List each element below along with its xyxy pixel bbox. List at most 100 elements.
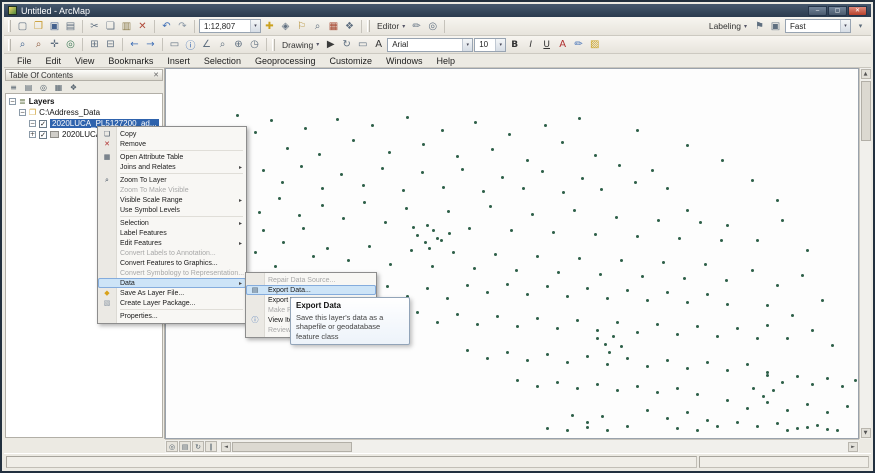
editor-snapping-icon[interactable]: ◎ (425, 19, 440, 34)
toolbox-icon[interactable]: ▦ (326, 19, 341, 34)
context-menu-item-remove[interactable]: ✕Remove (98, 139, 246, 149)
print-icon[interactable]: ▤ (63, 19, 78, 34)
layer-visibility-checkbox[interactable]: ✓ (39, 131, 47, 139)
menubar-item-windows[interactable]: Windows (379, 55, 430, 67)
fixed-zoom-out-icon[interactable]: ⊟ (103, 37, 118, 52)
menubar-item-selection[interactable]: Selection (197, 55, 248, 67)
list-by-drawing-order-icon[interactable]: ≡ (7, 82, 20, 93)
go-to-xy-icon[interactable]: ⊕ (231, 37, 246, 52)
menubar-item-insert[interactable]: Insert (160, 55, 197, 67)
save-icon[interactable]: ▣ (47, 19, 62, 34)
font-color-icon[interactable]: A (555, 37, 570, 52)
measure-icon[interactable]: ∠ (199, 37, 214, 52)
rectangle-icon[interactable]: ▭ (355, 37, 370, 52)
copy-icon[interactable]: ❏ (103, 19, 118, 34)
context-menu-item-convert-features-to-graphics[interactable]: Convert Features to Graphics... (98, 258, 246, 268)
context-menu-item-copy[interactable]: ❏Copy (98, 129, 246, 139)
scroll-down-icon[interactable]: ▼ (861, 428, 871, 438)
open-folder-icon[interactable]: ❐ (31, 19, 46, 34)
refresh-view-button[interactable]: ↻ (192, 441, 204, 452)
close-button[interactable]: ✕ (848, 6, 867, 16)
rotate-icon[interactable]: ↻ (339, 37, 354, 52)
back-extent-icon[interactable]: ← (127, 37, 142, 52)
list-by-selection-icon[interactable]: ▦ (52, 82, 65, 93)
forward-extent-icon[interactable]: → (143, 37, 158, 52)
context-menu-item-selection[interactable]: Selection▸ (98, 218, 246, 228)
minimize-button[interactable]: – (808, 6, 827, 16)
bold-button[interactable]: B (507, 37, 522, 52)
pan-icon[interactable]: ✛ (47, 37, 62, 52)
full-extent-icon[interactable]: ◎ (63, 37, 78, 52)
undo-icon[interactable]: ↶ (159, 19, 174, 34)
chevron-down-icon[interactable]: ▾ (462, 39, 472, 51)
context-menu-item-open-attribute-table[interactable]: ▦Open Attribute Table (98, 152, 246, 162)
identify-icon[interactable]: ⓘ (183, 37, 198, 52)
toolbar-grip[interactable] (8, 20, 11, 32)
line-color-icon[interactable]: ✏ (571, 37, 586, 52)
tree-item-group[interactable]: − ❐ C:\Address_Data (6, 107, 162, 118)
text-tool-icon[interactable]: A (371, 37, 386, 52)
font-size-combo[interactable]: 10 ▾ (474, 38, 506, 52)
toolbar-grip[interactable] (367, 20, 370, 32)
menubar-item-customize[interactable]: Customize (323, 55, 380, 67)
title-bar[interactable]: Untitled - ArcMap – ▢ ✕ (4, 4, 871, 17)
list-by-source-icon[interactable]: ▤ (22, 82, 35, 93)
python-icon[interactable]: ❖ (342, 19, 357, 34)
context-menu-item-joins-and-relates[interactable]: Joins and Relates▸ (98, 162, 246, 172)
chevron-down-icon[interactable]: ▾ (840, 20, 850, 32)
drawing-menu[interactable]: Drawing ▾ (279, 40, 322, 50)
context-menu-item-zoom-to-layer[interactable]: ⌕Zoom To Layer (98, 175, 246, 185)
menubar-item-geoprocessing[interactable]: Geoprocessing (248, 55, 323, 67)
underline-button[interactable]: U (539, 37, 554, 52)
toc-options-icon[interactable]: ❖ (67, 82, 80, 93)
toolbar-options-icon[interactable]: ▾ (853, 19, 868, 34)
data-view-button[interactable]: ◎ (166, 441, 178, 452)
cut-icon[interactable]: ✂ (87, 19, 102, 34)
italic-button[interactable]: I (523, 37, 538, 52)
font-family-combo[interactable]: Arial ▾ (387, 38, 473, 52)
editor-pencil-icon[interactable]: ✏ (409, 19, 424, 34)
layout-view-button[interactable]: ▤ (179, 441, 191, 452)
fill-color-icon[interactable]: ▨ (587, 37, 602, 52)
context-menu-item-create-layer-package[interactable]: ▧Create Layer Package... (98, 298, 246, 308)
menubar-item-file[interactable]: File (10, 55, 39, 67)
menubar-item-bookmarks[interactable]: Bookmarks (101, 55, 160, 67)
chevron-down-icon[interactable]: ▾ (250, 20, 260, 32)
maximize-button[interactable]: ▢ (828, 6, 847, 16)
collapse-icon[interactable]: − (29, 120, 36, 127)
labeling-flag-icon[interactable]: ⚑ (752, 19, 767, 34)
zoom-out-icon[interactable]: ⌕ (31, 37, 46, 52)
fixed-zoom-in-icon[interactable]: ⊞ (87, 37, 102, 52)
horizontal-scroll-thumb[interactable] (232, 442, 352, 452)
toc-close-icon[interactable]: ✕ (153, 71, 159, 79)
search-icon[interactable]: ⌕ (310, 19, 325, 34)
toolbar-grip[interactable] (8, 39, 11, 51)
collapse-icon[interactable]: − (9, 98, 16, 105)
editor-menu[interactable]: Editor ▾ (374, 21, 408, 31)
menubar-item-help[interactable]: Help (430, 55, 463, 67)
zoom-in-icon[interactable]: ⌕ (15, 37, 30, 52)
vertical-scroll-thumb[interactable] (861, 81, 871, 141)
collapse-icon[interactable]: − (19, 109, 26, 116)
map-canvas[interactable] (166, 69, 858, 438)
table-of-contents-icon[interactable]: ◈ (278, 19, 293, 34)
expand-icon[interactable]: + (29, 131, 36, 138)
time-slider-icon[interactable]: ◷ (247, 37, 262, 52)
list-by-visibility-icon[interactable]: ◎ (37, 82, 50, 93)
menubar-item-edit[interactable]: Edit (39, 55, 69, 67)
chevron-down-icon[interactable]: ▾ (495, 39, 505, 51)
context-menu-item-visible-scale-range[interactable]: Visible Scale Range▸ (98, 195, 246, 205)
context-menu-item-label-features[interactable]: Label Features (98, 228, 246, 238)
scroll-left-icon[interactable]: ◄ (221, 442, 231, 452)
scroll-right-icon[interactable]: ► (848, 442, 858, 452)
label-engine-combo[interactable]: Fast ▾ (785, 19, 851, 33)
select-elements-icon[interactable]: ▶ (323, 37, 338, 52)
toolbar-grip[interactable] (272, 39, 275, 51)
labeling-lock-icon[interactable]: ▣ (768, 19, 783, 34)
scroll-up-icon[interactable]: ▲ (861, 69, 871, 79)
layer-visibility-checkbox[interactable]: ✓ (39, 120, 47, 128)
data-submenu-item-export-data[interactable]: ▤Export Data... (246, 285, 376, 295)
context-menu-item-edit-features[interactable]: Edit Features▸ (98, 238, 246, 248)
labeling-menu[interactable]: Labeling ▾ (706, 21, 750, 31)
select-features-icon[interactable]: ▭ (167, 37, 182, 52)
